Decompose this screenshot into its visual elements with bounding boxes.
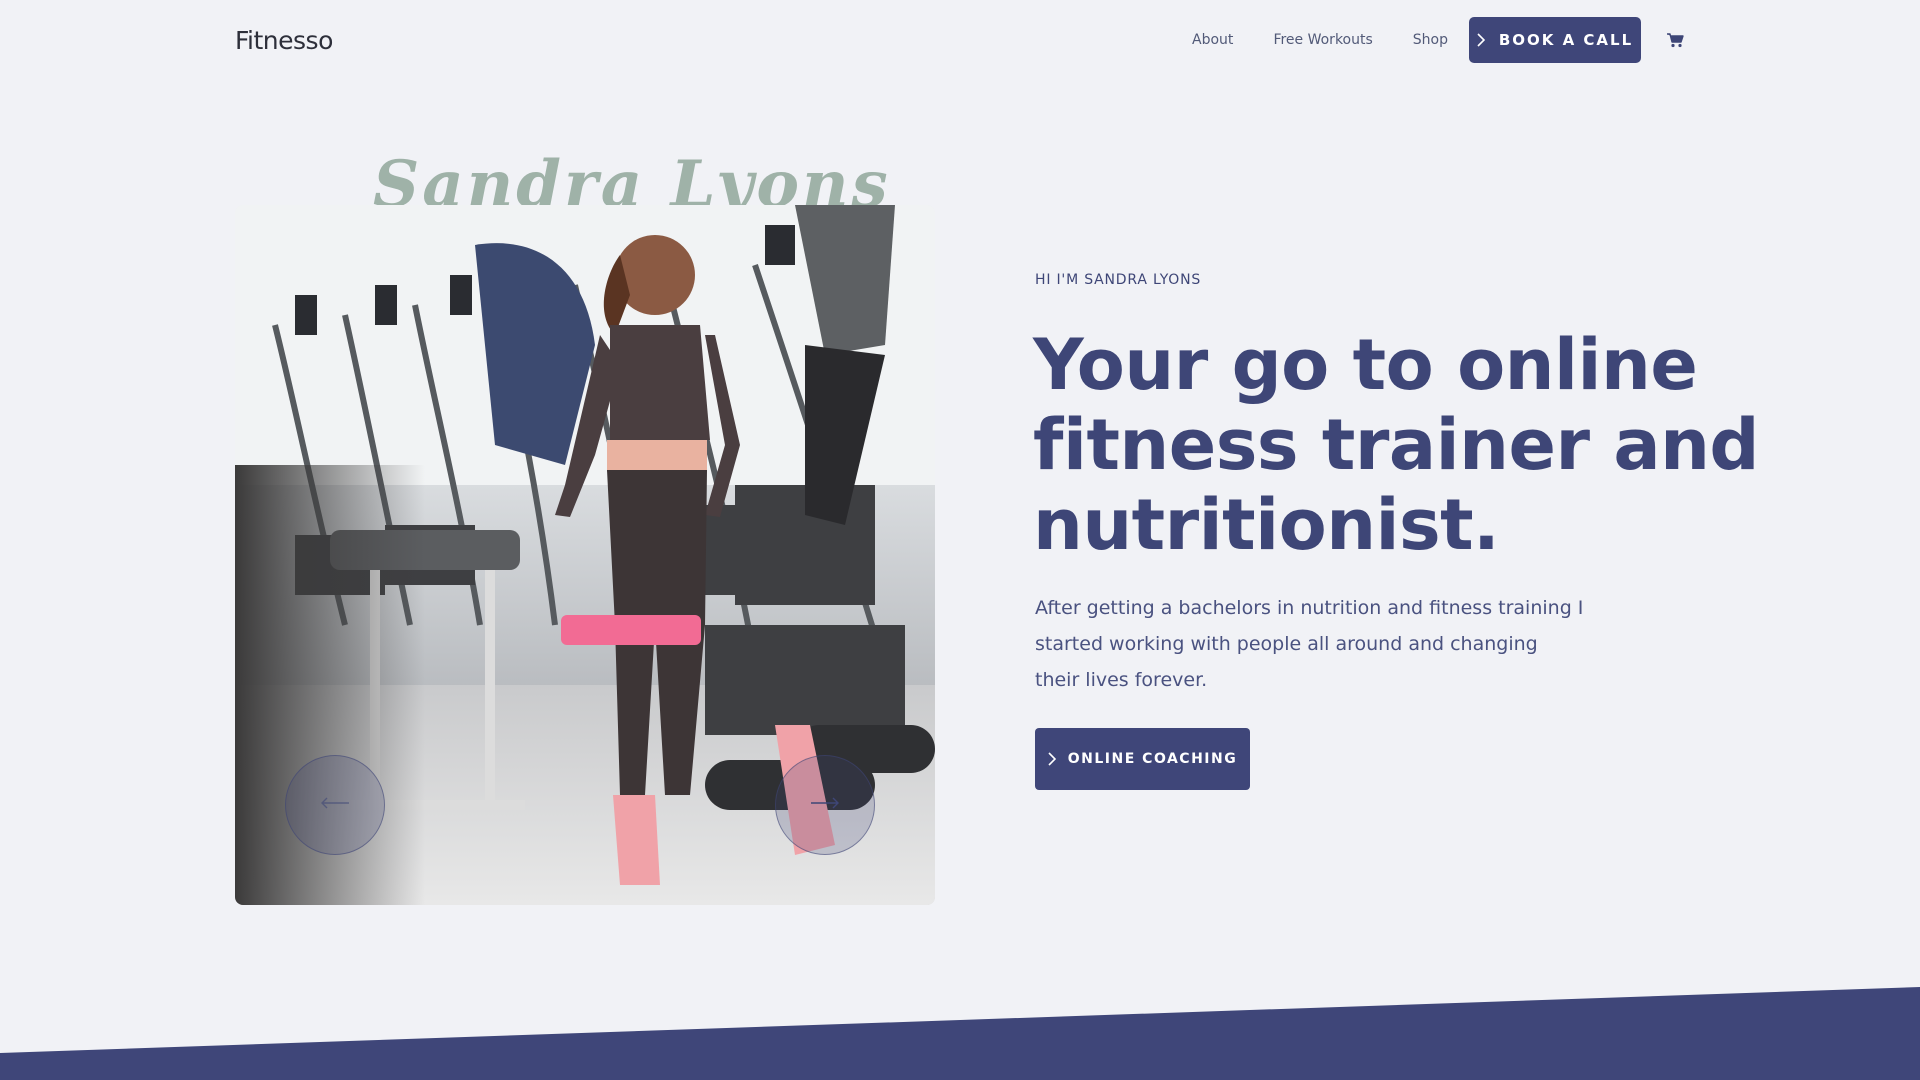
cart-icon[interactable] [1665, 30, 1685, 50]
hero-photo [235, 205, 935, 905]
bio-line: started working with people all around a… [1035, 633, 1538, 655]
online-coaching-label: ONLINE COACHING [1067, 751, 1238, 767]
headline-line: fitness trainer and [1033, 404, 1760, 486]
logo[interactable]: Fitnesso [235, 26, 333, 55]
headline-line: Your go to online [1033, 324, 1698, 406]
headline-line: nutritionist. [1033, 484, 1500, 566]
carousel-prev-button[interactable] [285, 755, 385, 855]
arrow-left-icon [320, 796, 350, 814]
nav-about[interactable]: About [1192, 32, 1233, 48]
nav-free-workouts[interactable]: Free Workouts [1273, 32, 1372, 48]
nav-shop[interactable]: Shop [1413, 32, 1448, 48]
bio-paragraph: After getting a bachelors in nutrition a… [1035, 590, 1595, 698]
carousel-next-button[interactable] [775, 755, 875, 855]
header: Fitnesso About Free Workouts Shop BOOK A… [235, 17, 1685, 63]
page: Fitnesso About Free Workouts Shop BOOK A… [0, 0, 1920, 1080]
chevron-right-icon [1477, 33, 1485, 47]
book-a-call-button[interactable]: BOOK A CALL [1469, 17, 1641, 63]
book-a-call-label: BOOK A CALL [1498, 31, 1634, 49]
chevron-right-icon [1048, 752, 1056, 766]
headline: Your go to online fitness trainer and nu… [1033, 324, 1760, 566]
online-coaching-button[interactable]: ONLINE COACHING [1035, 728, 1250, 790]
bio-line: After getting a bachelors in nutrition a… [1035, 597, 1584, 619]
bio-line: their lives forever. [1035, 669, 1208, 691]
script-name: Sandra Lyons [373, 147, 891, 205]
bottom-slanted-band [0, 987, 1920, 1080]
arrow-right-icon [810, 796, 840, 814]
main-nav: About Free Workouts Shop BOOK A CALL [1192, 17, 1685, 63]
intro-text: HI I'M SANDRA LYONS [1035, 272, 1202, 288]
